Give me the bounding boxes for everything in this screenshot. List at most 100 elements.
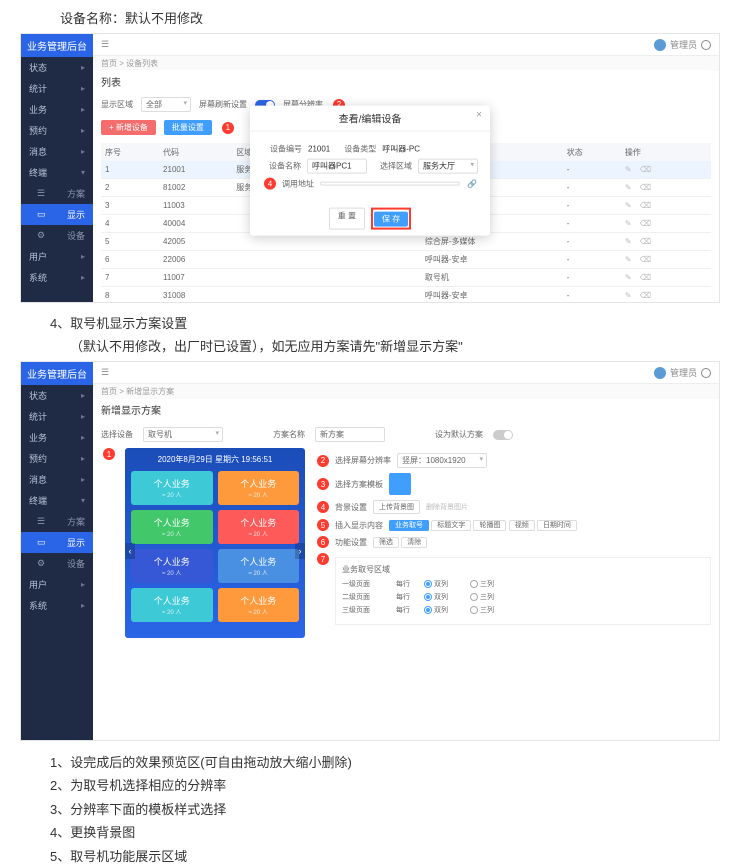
modal-header: 查看/编辑设备 × (250, 106, 490, 132)
preview-card[interactable]: 个人业务≈ 20 人 (218, 471, 300, 505)
cancel-button[interactable]: 重 置 (329, 208, 365, 230)
breadcrumb: 首页 > 设备列表 (93, 56, 719, 71)
sidebar-item-状态[interactable]: 状态▸ (21, 57, 93, 78)
res-select[interactable]: 竖屏：1080x1920 (397, 453, 487, 468)
upload-bg-button[interactable]: 上传背景图 (373, 500, 420, 514)
row-ops[interactable]: ✎ ⌫ (621, 179, 711, 197)
sidebar-item-消息[interactable]: 消息▸ (21, 469, 93, 490)
sidebar-item-系统[interactable]: 系统▸ (21, 595, 93, 616)
add-device-button[interactable]: + 新增设备 (101, 120, 156, 135)
insert-opt-轮播图[interactable]: 轮播图 (473, 520, 506, 531)
radio-cols[interactable]: 双列 (424, 579, 448, 589)
device-select[interactable]: 取号机 (143, 427, 223, 442)
preview-card[interactable]: 个人业务≈ 20 人 (218, 549, 300, 583)
sidebar-item-统计[interactable]: 统计▸ (21, 78, 93, 99)
save-button[interactable]: 保 存 (374, 212, 408, 227)
sidebar-label: 系统 (29, 271, 47, 284)
sidebar-item-预约[interactable]: 预约▸ (21, 120, 93, 141)
preview-card[interactable]: 个人业务≈ 20 人 (131, 588, 213, 622)
grid-row: 二级页面每行双列三列 (342, 592, 704, 602)
default-toggle[interactable] (493, 430, 513, 440)
preview-card[interactable]: 个人业务≈ 20 人 (131, 510, 213, 544)
batch-button[interactable]: 批量设置 (164, 120, 212, 135)
radio-theme[interactable]: 三列 (470, 605, 494, 615)
badge-p4: 4 (317, 501, 329, 513)
row-ops[interactable]: ✎ ⌫ (621, 269, 711, 287)
user-area[interactable]: 管理员 (654, 366, 711, 379)
type-label: 设备类型 (336, 144, 376, 155)
region-select[interactable]: 全部 (141, 97, 191, 112)
func-opt-清除[interactable]: 清除 (401, 537, 427, 548)
next-arrow-icon[interactable]: › (295, 543, 305, 559)
insert-label: 插入显示内容 (335, 520, 383, 531)
sidebar-item-预约[interactable]: 预约▸ (21, 448, 93, 469)
user-area[interactable]: 管理员 (654, 38, 711, 51)
radio-cols[interactable]: 双列 (424, 605, 448, 615)
preview-card[interactable]: 个人业务≈ 20 人 (218, 588, 300, 622)
insert-opt-日期时间[interactable]: 日期时间 (537, 520, 577, 531)
note-4: 4、更换背景图 (50, 821, 740, 844)
collapse-icon[interactable]: ☰ (101, 39, 109, 50)
sidebar-item-系统[interactable]: 系统▸ (21, 267, 93, 288)
collapse-icon[interactable]: ☰ (101, 367, 109, 378)
sidebar-item-消息[interactable]: 消息▸ (21, 141, 93, 162)
sidebar-item-状态[interactable]: 状态▸ (21, 385, 93, 406)
sidebar-item-业务[interactable]: 业务▸ (21, 427, 93, 448)
sidebar-item-业务[interactable]: 业务▸ (21, 99, 93, 120)
brand: 业务管理后台 (21, 362, 93, 385)
insert-opt-视频[interactable]: 视频 (509, 520, 535, 531)
sidebar-item-统计[interactable]: 统计▸ (21, 406, 93, 427)
radio-theme[interactable]: 三列 (470, 592, 494, 602)
chevron-icon: ▸ (81, 454, 85, 463)
sidebar-item-设备[interactable]: ⚙ 设备 (21, 553, 93, 574)
table-row[interactable]: 711007取号机-✎ ⌫ (101, 269, 711, 287)
sidebar-item-方案[interactable]: ☰ 方案 (21, 183, 93, 204)
row-ops[interactable]: ✎ ⌫ (621, 233, 711, 251)
power-icon[interactable] (701, 40, 711, 50)
row-ops[interactable]: ✎ ⌫ (621, 161, 711, 179)
brand: 业务管理后台 (21, 34, 93, 57)
sidebar-item-显示[interactable]: ▭ 显示 (21, 532, 93, 553)
name-input[interactable]: 呼叫器PC1 (307, 159, 367, 174)
row-ops[interactable]: ✎ ⌫ (621, 287, 711, 304)
tpl-thumb-icon[interactable] (389, 473, 411, 495)
preview-card[interactable]: 个人业务≈ 20 人 (218, 510, 300, 544)
menu-icon: ⚙ (37, 230, 45, 241)
insert-opt-业务取号[interactable]: 业务取号 (389, 520, 429, 531)
sidebar-item-终端[interactable]: 终端▾ (21, 162, 93, 183)
preview-card[interactable]: 个人业务≈ 20 人 (131, 549, 213, 583)
sidebar-item-用户[interactable]: 用户▸ (21, 246, 93, 267)
user-name: 管理员 (670, 38, 697, 51)
row-ops[interactable]: ✎ ⌫ (621, 197, 711, 215)
power-icon[interactable] (701, 368, 711, 378)
res-label: 选择屏幕分辨率 (335, 455, 391, 466)
table-row[interactable]: 831008呼叫器-安卓-✎ ⌫ (101, 287, 711, 304)
addr-input[interactable] (320, 182, 460, 186)
link-icon[interactable]: 🔗 (466, 179, 478, 188)
row-ops[interactable]: ✎ ⌫ (621, 215, 711, 233)
chevron-icon: ▸ (81, 252, 85, 261)
close-icon[interactable]: × (476, 110, 482, 121)
topbar: ☰ 管理员 (93, 362, 719, 384)
table-row[interactable]: 622006呼叫器-安卓-✎ ⌫ (101, 251, 711, 269)
sidebar-item-用户[interactable]: 用户▸ (21, 574, 93, 595)
sidebar-item-显示[interactable]: ▭ 显示 (21, 204, 93, 225)
th-idx: 序号 (101, 143, 159, 161)
async-label: 屏幕刷新设置 (199, 99, 247, 110)
menu-icon: ☰ (37, 516, 45, 527)
sidebar-item-设备[interactable]: ⚙ 设备 (21, 225, 93, 246)
region-input[interactable]: 服务大厅 (418, 159, 478, 174)
preview-card[interactable]: 个人业务≈ 20 人 (131, 471, 213, 505)
sidebar-item-方案[interactable]: ☰ 方案 (21, 511, 93, 532)
bg-hint[interactable]: 删除背景图片 (426, 502, 468, 512)
radio-theme[interactable]: 三列 (470, 579, 494, 589)
insert-opt-标题文字[interactable]: 标题文字 (431, 520, 471, 531)
func-opt-筛选[interactable]: 筛选 (373, 537, 399, 548)
doc-heading-device: 设备名称：默认不用修改 (60, 8, 740, 27)
radio-cols[interactable]: 双列 (424, 592, 448, 602)
prev-arrow-icon[interactable]: ‹ (125, 543, 135, 559)
sidebar-item-终端[interactable]: 终端▾ (21, 490, 93, 511)
row-ops[interactable]: ✎ ⌫ (621, 251, 711, 269)
name-input[interactable]: 新方案 (315, 427, 385, 442)
preview-canvas[interactable]: ‹ › 2020年8月29日 星期六 19:56:51 个人业务≈ 20 人个人… (125, 448, 305, 638)
